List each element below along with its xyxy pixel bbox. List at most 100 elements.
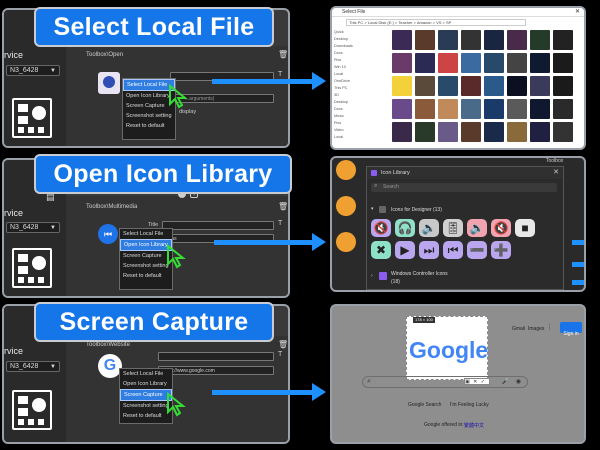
- file-thumbnail[interactable]: [438, 122, 458, 142]
- grid-icon[interactable]: [12, 98, 52, 138]
- explorer-sidebar-item[interactable]: Quick: [334, 30, 366, 37]
- close-icon[interactable]: ✕: [575, 8, 580, 15]
- explorer-sidebar-item[interactable]: Desktop: [334, 100, 366, 107]
- grid-icon[interactable]: [12, 248, 52, 288]
- menu-screenshot-setting[interactable]: Screenshot setting: [123, 111, 175, 121]
- capture-selection[interactable]: 178 × 100 Google: [406, 316, 488, 380]
- offered-language-link[interactable]: 繁體中文: [464, 422, 484, 429]
- explorer-address-bar[interactable]: This PC > Local Disk (E:) > Teacher > Am…: [346, 19, 526, 26]
- feeling-lucky-button[interactable]: I'm Feeling Lucky: [450, 402, 489, 408]
- menu-select-local-file[interactable]: Select Local File: [120, 229, 172, 239]
- stop-icon-tile[interactable]: ■: [515, 219, 535, 237]
- file-thumbnail[interactable]: [415, 53, 435, 73]
- headset-icon-tile[interactable]: 🎧: [395, 219, 415, 237]
- file-thumbnail[interactable]: [415, 30, 435, 50]
- google-search-bar[interactable]: ⌕ 🎤 ◉: [362, 376, 528, 388]
- file-thumbnail[interactable]: [507, 99, 527, 119]
- menu-reset-default[interactable]: Reset to default: [120, 411, 172, 421]
- next-icon-tile[interactable]: ⏭: [419, 241, 439, 259]
- explorer-sidebar-item[interactable]: Pics: [334, 121, 366, 128]
- file-thumbnail[interactable]: [507, 76, 527, 96]
- volume-down-icon-tile[interactable]: ➖: [467, 241, 487, 259]
- explorer-sidebar-item[interactable]: Video: [334, 128, 366, 135]
- file-thumbnail[interactable]: [553, 76, 573, 96]
- file-thumbnail[interactable]: [553, 30, 573, 50]
- grid-icon[interactable]: [12, 390, 52, 430]
- file-thumbnail[interactable]: [530, 76, 550, 96]
- explorer-sidebar-item[interactable]: This PC: [334, 86, 366, 93]
- icon-search-box[interactable]: ⌕ Search: [371, 183, 557, 192]
- file-thumbnail[interactable]: [461, 99, 481, 119]
- file-thumbnail[interactable]: [438, 30, 458, 50]
- volume-low-icon-tile[interactable]: 🔉: [467, 219, 487, 237]
- file-thumbnail[interactable]: [553, 53, 573, 73]
- file-thumbnail[interactable]: [392, 30, 412, 50]
- file-thumbnail[interactable]: [392, 122, 412, 142]
- file-thumbnail[interactable]: [438, 99, 458, 119]
- prev-icon-tile[interactable]: ⏮: [443, 241, 463, 259]
- title-field[interactable]: [158, 352, 274, 361]
- mixer-icon-tile[interactable]: 🎚: [443, 219, 463, 237]
- trash-icon[interactable]: 🗑: [278, 340, 288, 349]
- explorer-sidebar-item[interactable]: Desktop: [334, 37, 366, 44]
- menu-screen-capture[interactable]: Screen Capture: [120, 389, 172, 401]
- menu-screenshot-setting[interactable]: Screenshot setting: [120, 401, 172, 411]
- title-field[interactable]: [162, 221, 274, 230]
- mute-x-icon-tile[interactable]: ✖: [371, 241, 391, 259]
- file-thumbnail[interactable]: [484, 76, 504, 96]
- file-thumbnail[interactable]: [484, 122, 504, 142]
- file-thumbnail[interactable]: [438, 53, 458, 73]
- images-link[interactable]: Images: [528, 326, 544, 332]
- file-thumbnail[interactable]: [461, 53, 481, 73]
- file-thumbnail[interactable]: [507, 122, 527, 142]
- explorer-sidebar-item[interactable]: Music: [334, 114, 366, 121]
- icon-group-header[interactable]: ▾ Icons for Designer (13): [371, 205, 557, 215]
- device-combo[interactable]: N3_6428 ▼: [6, 65, 60, 76]
- explorer-sidebar-item[interactable]: Docs: [334, 107, 366, 114]
- file-thumbnail[interactable]: [507, 30, 527, 50]
- app-icon-thumbnail[interactable]: ⏮: [98, 224, 118, 244]
- file-thumbnail[interactable]: [530, 122, 550, 142]
- explorer-sidebar-item[interactable]: Docs: [334, 51, 366, 58]
- menu-select-local-file[interactable]: Select Local File: [120, 369, 172, 379]
- device-combo[interactable]: N3_6428 ▼: [6, 361, 60, 372]
- menu-screen-capture[interactable]: Screen Capture: [120, 251, 172, 261]
- file-thumbnail[interactable]: [530, 99, 550, 119]
- menu-reset-default[interactable]: Reset to default: [120, 271, 172, 281]
- mute-icon-tile[interactable]: 🔇: [371, 219, 391, 237]
- play-icon-tile[interactable]: ▶: [395, 241, 415, 259]
- file-thumbnail[interactable]: [461, 30, 481, 50]
- file-thumbnail[interactable]: [392, 53, 412, 73]
- explorer-sidebar-item[interactable]: Pics: [334, 58, 366, 65]
- file-thumbnail[interactable]: [484, 30, 504, 50]
- icon-group-header[interactable]: › Windows Controller Icons (18): [371, 269, 557, 287]
- file-thumbnail[interactable]: [553, 99, 573, 119]
- trash-icon[interactable]: 🗑: [278, 50, 288, 59]
- file-thumbnail[interactable]: [392, 99, 412, 119]
- explorer-sidebar-item[interactable]: 3D: [334, 93, 366, 100]
- explorer-sidebar-item[interactable]: Local: [334, 72, 366, 79]
- mic-icon[interactable]: 🎤: [502, 378, 509, 385]
- file-thumbnail[interactable]: [438, 76, 458, 96]
- file-thumbnail[interactable]: [484, 53, 504, 73]
- menu-reset-default[interactable]: Reset to default: [123, 121, 175, 131]
- menu-open-icon-library[interactable]: Open Icon Library: [120, 379, 172, 389]
- explorer-sidebar-item[interactable]: Local: [334, 135, 366, 142]
- file-thumbnail[interactable]: [415, 76, 435, 96]
- explorer-sidebar-item[interactable]: Downloads: [334, 44, 366, 51]
- volume-up-icon-tile[interactable]: ➕: [491, 241, 511, 259]
- gmail-link[interactable]: Gmail: [512, 326, 525, 332]
- file-thumbnail[interactable]: [461, 76, 481, 96]
- file-thumbnail[interactable]: [484, 99, 504, 119]
- menu-open-icon-library[interactable]: Open Icon Library: [120, 239, 172, 251]
- file-thumbnail[interactable]: [530, 30, 550, 50]
- device-combo[interactable]: N3_6428 ▼: [6, 222, 60, 233]
- explorer-sidebar-item[interactable]: OneDrive: [334, 79, 366, 86]
- volume-icon-tile[interactable]: 🔈: [419, 219, 439, 237]
- explorer-sidebar-item[interactable]: Win 10: [334, 65, 366, 72]
- file-thumbnail[interactable]: [415, 99, 435, 119]
- file-thumbnail[interactable]: [415, 122, 435, 142]
- url-field[interactable]: https://www.google.com: [158, 366, 274, 375]
- camera-icon[interactable]: ◉: [516, 378, 521, 385]
- file-thumbnail[interactable]: [392, 76, 412, 96]
